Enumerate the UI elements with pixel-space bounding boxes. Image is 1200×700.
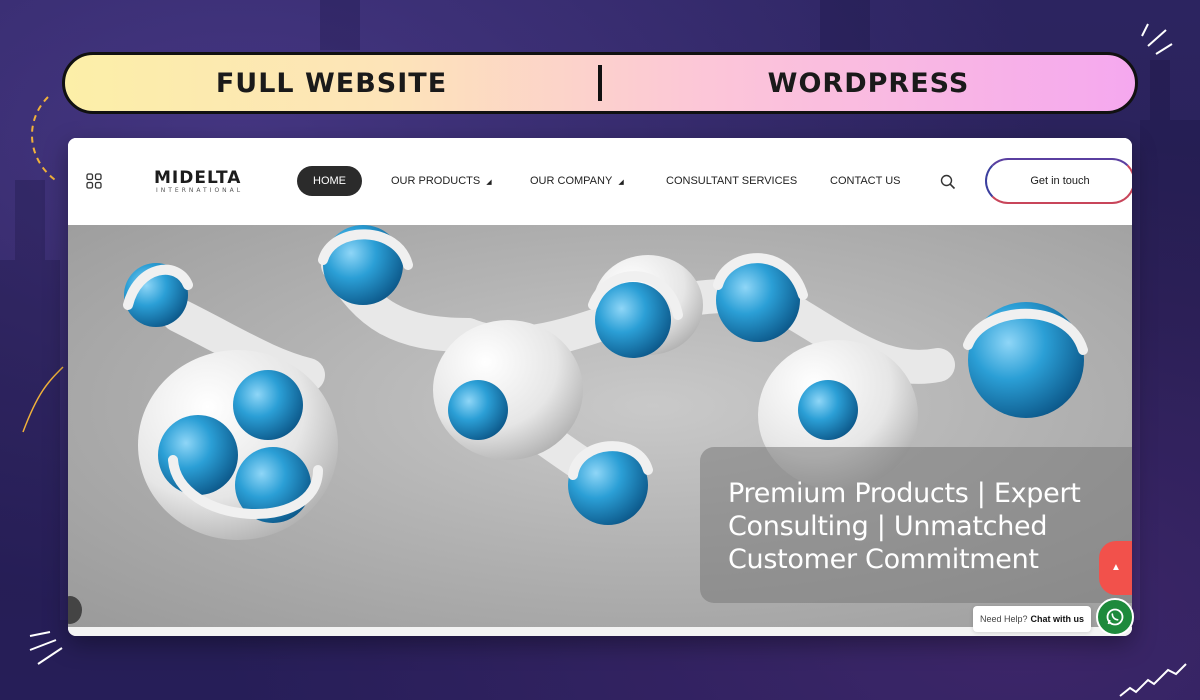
nav-home[interactable]: HOME (297, 166, 362, 196)
website-preview: MIDELTA INTERNATIONAL HOME OUR PRODUCTS ◢… (68, 138, 1132, 636)
whatsapp-icon (1106, 608, 1124, 626)
hero-text-panel: Premium Products | Expert Consulting | U… (700, 447, 1132, 603)
decorative-zigzag-bottom-right (1119, 663, 1187, 697)
chat-with-us-label: Chat with us (1030, 614, 1085, 624)
chat-help-bubble[interactable]: Need Help? Chat with us (973, 606, 1091, 632)
site-logo[interactable]: MIDELTA INTERNATIONAL (154, 168, 243, 194)
search-icon[interactable] (940, 174, 956, 190)
logo-tagline: INTERNATIONAL (156, 187, 244, 194)
banner-left-label: FULL WEBSITE (215, 67, 448, 99)
decorative-squiggle-left (22, 96, 64, 433)
hero-headline-line1: Premium Products | Expert (728, 478, 1081, 509)
chevron-up-icon: ▲ (1111, 562, 1121, 573)
nav-our-company[interactable]: OUR COMPANY ◢ (530, 166, 624, 196)
site-header: MIDELTA INTERNATIONAL HOME OUR PRODUCTS ◢… (68, 138, 1132, 225)
nav-consultant-services[interactable]: CONSULTANT SERVICES (666, 166, 797, 196)
hero-headline-line3: Customer Commitment (728, 544, 1039, 575)
nav-our-products-label: OUR PRODUCTS (391, 175, 481, 187)
nav-contact-us[interactable]: CONTACT US (830, 166, 901, 196)
title-banner: FULL WEBSITE WORDPRESS (62, 52, 1138, 114)
nav-home-label: HOME (313, 175, 346, 187)
chat-help-text: Need Help? (979, 614, 1028, 624)
logo-name: MIDELTA (154, 168, 242, 188)
scroll-to-top-button[interactable]: ▲ (1099, 541, 1132, 595)
nav-our-products[interactable]: OUR PRODUCTS ◢ (391, 166, 492, 196)
hero-headline-line2: Consulting | Unmatched (728, 511, 1048, 542)
nav-our-company-label: OUR COMPANY (530, 175, 613, 187)
decorative-spark-bottom-left (29, 631, 63, 665)
caret-down-icon: ◢ (486, 179, 492, 186)
grid-menu-icon[interactable] (86, 173, 102, 189)
nav-contact-us-label: CONTACT US (830, 175, 901, 187)
get-in-touch-button[interactable]: Get in touch (985, 158, 1132, 204)
hero-section: Premium Products | Expert Consulting | U… (68, 225, 1132, 627)
banner-right-label: WORDPRESS (767, 67, 970, 99)
caret-down-icon: ◢ (618, 179, 624, 186)
decorative-spark-top-right (1141, 23, 1173, 55)
nav-consultant-services-label: CONSULTANT SERVICES (666, 175, 798, 187)
whatsapp-chat-button[interactable] (1096, 598, 1134, 636)
